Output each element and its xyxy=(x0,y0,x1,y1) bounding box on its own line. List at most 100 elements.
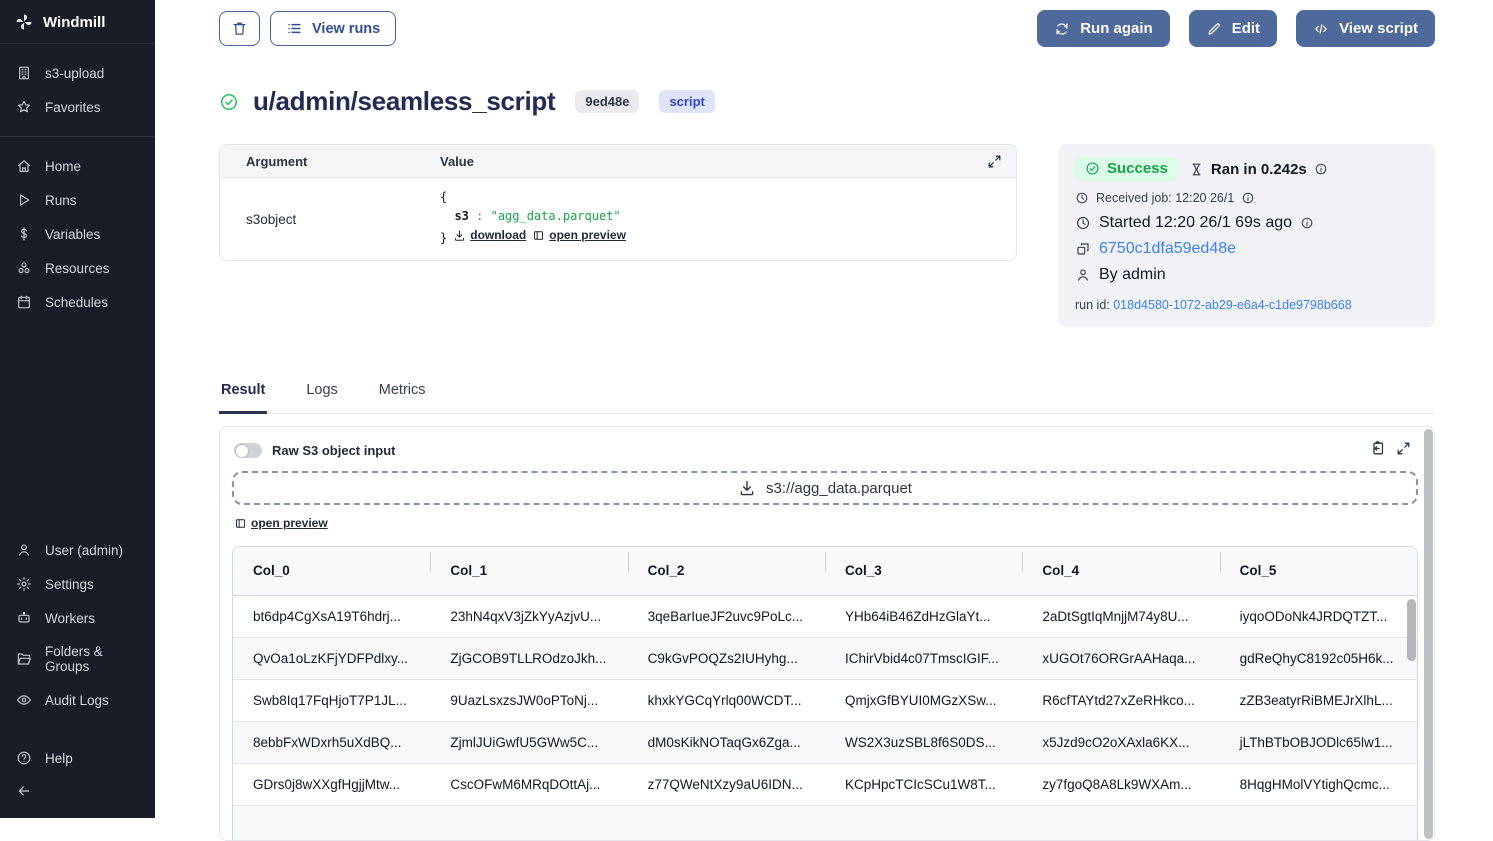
open-preview-link[interactable]: open preview xyxy=(234,516,328,530)
table-cell: ZjmlJUiGwfU5GWw5C... xyxy=(430,735,627,750)
robot-icon xyxy=(16,610,32,626)
refresh-icon xyxy=(1054,21,1070,37)
json-string-value: "agg_data.parquet" xyxy=(491,209,621,223)
table-row: Swb8Iq17FqHjoT7P1JL...9UazLsxzsJW0oPToNj… xyxy=(233,680,1417,722)
table-scrollbar[interactable] xyxy=(1407,599,1416,661)
table-cell: dM0sKikNOTaqGx6Zga... xyxy=(628,735,825,750)
view-runs-button[interactable]: View runs xyxy=(270,11,396,46)
sidebar-item-label: Favorites xyxy=(45,100,101,115)
sidebar-item-favorites[interactable]: Favorites xyxy=(0,90,155,124)
sidebar-item-audit-logs[interactable]: Audit Logs xyxy=(0,683,155,717)
table-cell: xUGOt76ORGrAAHaqa... xyxy=(1022,651,1219,666)
sidebar-item-workers[interactable]: Workers xyxy=(0,601,155,635)
expand-result-icon[interactable] xyxy=(1395,440,1412,457)
app-brand[interactable]: Windmill xyxy=(0,0,155,43)
received-job-row: Received job: 12:20 26/1 xyxy=(1075,191,1418,205)
sidebar-item-folders-groups[interactable]: Folders & Groups xyxy=(0,635,155,683)
sidebar-item-label: s3-upload xyxy=(45,66,104,81)
run-status-card: Success Ran in 0.242s Received job: 12:2… xyxy=(1058,144,1435,327)
open-preview-link[interactable]: open preview xyxy=(532,226,626,245)
table-cell: R6cfTAYtd27xZeRHkco... xyxy=(1022,693,1219,708)
arguments-table-header: Argument Value xyxy=(220,145,1016,178)
tab-metrics[interactable]: Metrics xyxy=(377,382,428,413)
column-header-col_4: Col_4 xyxy=(1022,563,1219,578)
s3-download-zone[interactable]: s3://agg_data.parquet xyxy=(232,471,1418,505)
table-cell: QvOa1oLzKFjYDFPdlxy... xyxy=(233,651,430,666)
result-table-body: bt6dp4CgXsA19T6hdrj...23hN4qxV3jZkYyAzjv… xyxy=(233,596,1417,806)
raw-s3-toggle[interactable] xyxy=(234,443,262,458)
sidebar-item-label: User (admin) xyxy=(45,543,123,558)
view-script-button[interactable]: View script xyxy=(1296,10,1435,47)
json-close-brace: } xyxy=(440,231,447,245)
person-icon xyxy=(1075,267,1091,283)
tab-result[interactable]: Result xyxy=(219,382,267,414)
table-cell: gdReQhyC8192c05H6k... xyxy=(1220,651,1417,666)
run-id-row: run id: 018d4580-1072-ab29-e6a4-c1de9798… xyxy=(1075,298,1418,312)
sidebar-item-home[interactable]: Home xyxy=(0,149,155,183)
list-icon xyxy=(286,20,303,37)
result-tabs: Result Logs Metrics xyxy=(219,382,1435,414)
building-icon xyxy=(16,65,32,81)
dollar-icon xyxy=(16,226,32,242)
run-id-link[interactable]: 018d4580-1072-ab29-e6a4-c1de9798b668 xyxy=(1113,298,1351,312)
tab-logs[interactable]: Logs xyxy=(304,382,339,413)
sidebar-item-label: Resources xyxy=(45,261,110,276)
column-header-col_1: Col_1 xyxy=(430,563,627,578)
eye-icon xyxy=(16,692,32,708)
argument-column-header: Argument xyxy=(220,154,440,169)
sidebar-bottom: User (admin) Settings WorkersFolders & Gro… xyxy=(0,521,155,818)
table-row: GDrs0j8wXXgfHgjjMtw...CscOFwM6MRqDOttAj.… xyxy=(233,764,1417,806)
table-cell: YHb64iB46ZdHzGlaYt... xyxy=(825,609,1022,624)
job-icon xyxy=(1075,241,1091,257)
argument-value-json: { s3 : "agg_data.parquet" }downloadopen … xyxy=(440,178,1016,260)
play-icon xyxy=(16,192,32,208)
job-hash-link[interactable]: 6750c1dfa59ed48e xyxy=(1099,240,1236,258)
sidebar-item-label: Runs xyxy=(45,193,77,208)
toolbar: View runs Run again Edit View script xyxy=(219,10,1435,47)
table-cell: GDrs0j8wXXgfHgjjMtw... xyxy=(233,777,430,792)
sidebar-item-runs[interactable]: Runs xyxy=(0,183,155,217)
sidebar-item-s3-upload[interactable]: s3-upload xyxy=(0,56,155,90)
sidebar-collapse[interactable] xyxy=(0,777,155,818)
sidebar-group-help: Help xyxy=(0,729,155,777)
run-again-button[interactable]: Run again xyxy=(1037,10,1170,47)
received-info-icon xyxy=(1241,191,1255,205)
s3-uri: s3://agg_data.parquet xyxy=(766,480,912,497)
app-brand-label: Windmill xyxy=(43,14,105,31)
table-cell: 9UazLsxzsJW0oPToNj... xyxy=(430,693,627,708)
sidebar-item-user-admin[interactable]: User (admin) xyxy=(0,533,155,567)
home-icon xyxy=(16,158,32,174)
duration: Ran in 0.242s xyxy=(1189,161,1328,178)
success-check-icon xyxy=(219,92,239,112)
json-key: s3 xyxy=(454,209,468,223)
result-table-header: Col_0Col_1Col_2Col_3Col_4Col_5 xyxy=(233,547,1417,596)
expand-args-icon[interactable] xyxy=(986,153,1003,170)
table-cell: jLThBTbOBJODlc65lw1... xyxy=(1220,735,1417,750)
column-header-col_5: Col_5 xyxy=(1220,563,1417,578)
delete-button[interactable] xyxy=(219,11,260,46)
sidebar-item-variables[interactable]: Variables xyxy=(0,217,155,251)
clock-icon xyxy=(1075,191,1089,205)
edit-button[interactable]: Edit xyxy=(1189,10,1277,47)
view-script-label: View script xyxy=(1339,20,1418,37)
argument-name: s3object xyxy=(220,178,440,260)
sidebar: Windmill s3-upload Favorites Home Runs Vari… xyxy=(0,0,155,818)
sidebar-item-resources[interactable]: Resources xyxy=(0,251,155,285)
table-cell: z77QWeNtXzy9aU6IDN... xyxy=(628,777,825,792)
table-row-partial xyxy=(233,806,1417,840)
question-icon xyxy=(16,750,32,766)
sidebar-item-help[interactable]: Help xyxy=(0,741,155,775)
started-row: Started 12:20 26/1 69s ago xyxy=(1075,214,1418,232)
preview-panel-icon xyxy=(532,229,545,242)
copy-result-icon[interactable] xyxy=(1369,440,1386,457)
panel-scrollbar[interactable] xyxy=(1424,429,1433,839)
sidebar-item-schedules[interactable]: Schedules xyxy=(0,285,155,319)
download-link[interactable]: download xyxy=(453,226,526,245)
sidebar-item-label: Home xyxy=(45,159,81,174)
sidebar-item-label: Settings xyxy=(45,577,94,592)
raw-s3-toggle-label: Raw S3 object input xyxy=(272,443,396,458)
duration-info-icon xyxy=(1314,162,1328,176)
sidebar-item-settings[interactable]: Settings xyxy=(0,567,155,601)
sidebar-group-workspace: s3-upload Favorites xyxy=(0,44,155,136)
table-row: QvOa1oLzKFjYDFPdlxy...ZjGCOB9TLLROdzoJkh… xyxy=(233,638,1417,680)
